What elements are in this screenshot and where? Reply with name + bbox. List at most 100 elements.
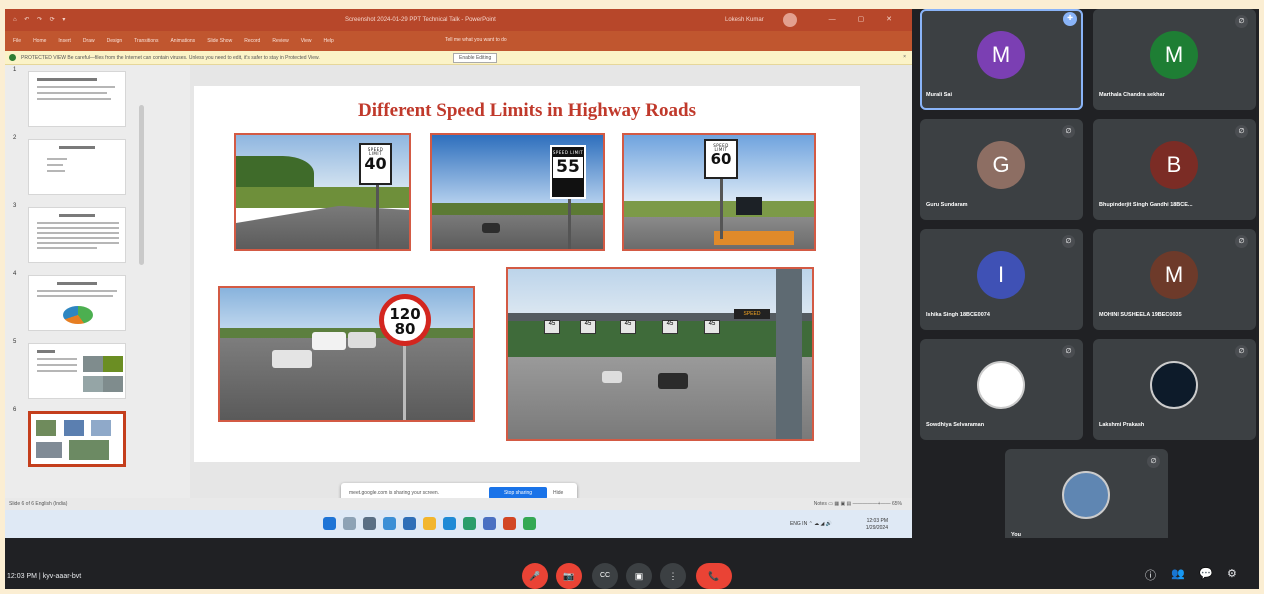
windows-start-icon[interactable] — [323, 517, 336, 530]
mic-muted-icon: ∅ — [1147, 455, 1160, 468]
ribbon-tab[interactable]: Design — [107, 38, 123, 44]
windows-taskbar: ENG IN ⌃ ☁ ◢ 🔊 12:03 PM 1/29/2024 — [5, 510, 912, 538]
participant-tile[interactable]: M MOHINI SUSHEELA 19BEC0035 ∅ — [1093, 229, 1256, 330]
window-controls[interactable]: — ▢ ✕ — [829, 15, 902, 23]
mic-muted-icon: ∅ — [1235, 235, 1248, 248]
slide-editor: Different Speed Limits in Highway Roads … — [190, 65, 912, 498]
mic-toggle-icon[interactable]: 🎤 — [522, 563, 548, 589]
participant-name: Bhupinderjit Singh Gandhi 18BCE... — [1099, 202, 1193, 208]
mic-muted-icon: ∅ — [1235, 15, 1248, 28]
chat-app-icon[interactable] — [403, 517, 416, 530]
more-options-icon[interactable]: ⋮ — [660, 563, 686, 589]
thumbnail-card — [28, 343, 126, 399]
gantry-speed-photo: 45 45 45 45 45 SPEED — [506, 267, 814, 441]
slide-thumbnail-4[interactable]: 4 — [9, 271, 187, 335]
leave-call-icon[interactable]: 📞 — [696, 563, 732, 589]
ribbon-tab[interactable]: Transitions — [134, 38, 158, 44]
participant-tile[interactable]: M Murali Sai ✚ — [920, 9, 1083, 110]
taskbar-clock[interactable]: 12:03 PM 1/29/2024 — [866, 518, 888, 532]
avatar: I — [977, 251, 1025, 299]
edge-icon[interactable] — [443, 517, 456, 530]
share-notice-text: meet.google.com is sharing your screen. — [349, 490, 440, 496]
ribbon-tab[interactable]: Record — [244, 38, 260, 44]
participant-tile[interactable]: G Guru Sundaram ∅ — [920, 119, 1083, 220]
ribbon-tab[interactable]: Slide Show — [207, 38, 232, 44]
ribbon-tab[interactable]: File — [13, 38, 21, 44]
ribbon-tab[interactable]: Review — [272, 38, 288, 44]
slide-number: 1 — [13, 67, 17, 73]
file-explorer-icon[interactable] — [423, 517, 436, 530]
participant-name: Marthala Chandra sekhar — [1099, 92, 1165, 98]
ribbon-tab[interactable]: Animations — [170, 38, 195, 44]
meeting-info: 12:03 PM | kyv-aaar-bvt — [7, 573, 81, 580]
slide-thumbnail-5[interactable]: 5 — [9, 339, 187, 403]
thumbnail-card — [28, 275, 126, 331]
view-zoom-controls[interactable]: Notes ▭ ▦ ▣ ▤ —————+—— 65% — [814, 501, 902, 507]
participant-tile[interactable]: You ∅ — [1005, 449, 1168, 550]
account-avatar[interactable] — [783, 13, 797, 27]
ribbon-tab[interactable]: Home — [33, 38, 46, 44]
store-icon[interactable] — [463, 517, 476, 530]
powerpoint-icon[interactable] — [503, 517, 516, 530]
mic-muted-icon: ∅ — [1062, 345, 1075, 358]
close-icon[interactable]: × — [903, 54, 906, 60]
quick-access-toolbar[interactable]: ⌂ ↶ ↷ ⟳ ▾ — [13, 16, 68, 23]
participant-tile[interactable]: Lakshmi Prakash ∅ — [1093, 339, 1256, 440]
chrome-icon[interactable] — [523, 517, 536, 530]
chat-icon[interactable]: 💬 — [1199, 567, 1213, 580]
ribbon-search[interactable]: Tell me what you want to do — [445, 37, 507, 43]
participant-name: Sowdhiya Selvaraman — [926, 422, 985, 428]
thumbnail-card — [28, 207, 126, 263]
protected-view-message: PROTECTED VIEW Be careful—files from the… — [21, 55, 320, 61]
current-slide: Different Speed Limits in Highway Roads … — [194, 86, 860, 462]
ribbon-tabs: File Home Insert Draw Design Transitions Anima… — [13, 38, 334, 44]
account-name[interactable]: Lokesh Kumar — [725, 17, 764, 23]
slide-thumbnail-3[interactable]: 3 — [9, 203, 187, 267]
info-icon[interactable]: ⓘ — [1145, 567, 1156, 583]
thumbnail-scrollbar[interactable] — [139, 105, 144, 265]
people-icon[interactable]: 👥 — [1171, 567, 1185, 580]
avatar: B — [1150, 141, 1198, 189]
avatar: M — [1150, 251, 1198, 299]
participant-tile[interactable]: Sowdhiya Selvaraman ∅ — [920, 339, 1083, 440]
ribbon-tab[interactable]: Help — [323, 38, 333, 44]
mic-muted-icon: ∅ — [1235, 125, 1248, 138]
speed-sign-120-80: 120 80 — [379, 294, 431, 346]
hide-notice-button[interactable]: Hide — [553, 490, 563, 496]
slide-number: 3 — [13, 203, 17, 209]
slide-number: 4 — [13, 271, 17, 277]
document-title: Screenshot 2024-01-29 PPT Technical Talk… — [345, 17, 496, 23]
slide-thumbnail-2[interactable]: 2 — [9, 135, 187, 199]
mic-muted-icon: ∅ — [1235, 345, 1248, 358]
participant-name: Guru Sundaram — [926, 202, 968, 208]
widgets-icon[interactable] — [383, 517, 396, 530]
speed-55-photo: SPEED LIMIT 55 — [430, 133, 605, 251]
speed-sign-55: SPEED LIMIT 55 — [550, 145, 586, 199]
captions-icon[interactable]: CC — [592, 563, 618, 589]
slide-thumbnail-1[interactable]: 1 — [9, 67, 187, 131]
shield-icon — [9, 54, 16, 61]
ribbon-tab[interactable]: Insert — [58, 38, 71, 44]
participant-tile[interactable]: B Bhupinderjit Singh Gandhi 18BCE... ∅ — [1093, 119, 1256, 220]
task-view-icon[interactable] — [363, 517, 376, 530]
participant-tile[interactable]: I Ishika Singh 18BCE0074 ∅ — [920, 229, 1083, 330]
participant-name: Murali Sai — [926, 92, 952, 98]
participant-tile[interactable]: M Marthala Chandra sekhar ∅ — [1093, 9, 1256, 110]
present-icon[interactable]: ▣ — [626, 563, 652, 589]
speed-60-photo: SPEED LIMIT 60 — [622, 133, 816, 251]
camera-toggle-icon[interactable]: 📷 — [556, 563, 582, 589]
mail-icon[interactable] — [483, 517, 496, 530]
speed-40-photo: SPEED LIMIT 40 — [234, 133, 411, 251]
separator: | — [38, 573, 41, 580]
pie-chart-icon — [63, 306, 93, 324]
ribbon-tab[interactable]: View — [301, 38, 312, 44]
activities-icon[interactable]: ⚙ — [1227, 567, 1237, 580]
ribbon-tab[interactable]: Draw — [83, 38, 95, 44]
avatar — [977, 361, 1025, 409]
system-tray[interactable]: ENG IN ⌃ ☁ ◢ 🔊 — [790, 521, 832, 527]
speed-sign-60: SPEED LIMIT 60 — [704, 139, 738, 179]
slide-number: 6 — [13, 407, 17, 413]
enable-editing-button[interactable]: Enable Editing — [453, 53, 498, 63]
slide-thumbnail-6[interactable]: 6 — [9, 407, 187, 469]
search-icon[interactable] — [343, 517, 356, 530]
